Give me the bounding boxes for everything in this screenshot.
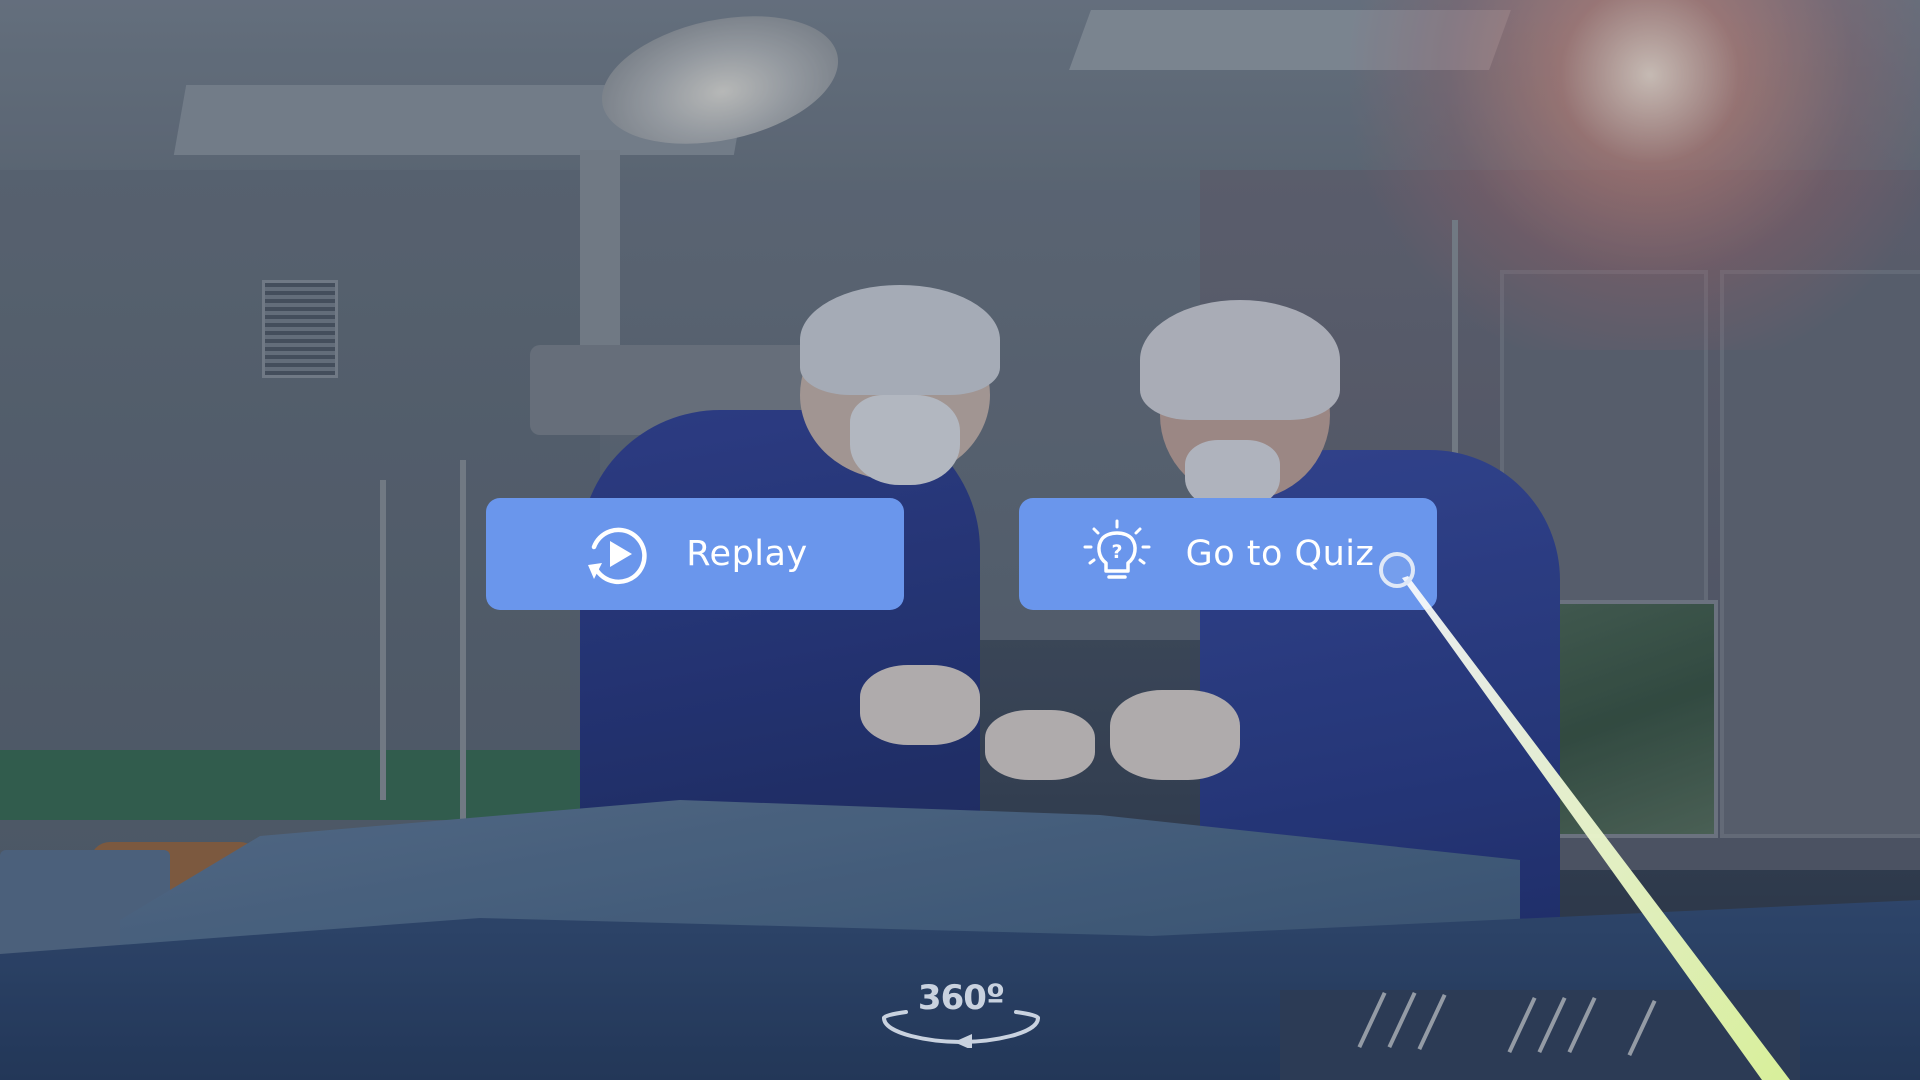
pointer-cursor-ring — [1379, 552, 1415, 588]
360-view-badge[interactable]: 360º — [876, 978, 1046, 1048]
laser-pointer-ray — [1402, 576, 1790, 1080]
rotate-360-icon — [882, 1010, 1040, 1048]
